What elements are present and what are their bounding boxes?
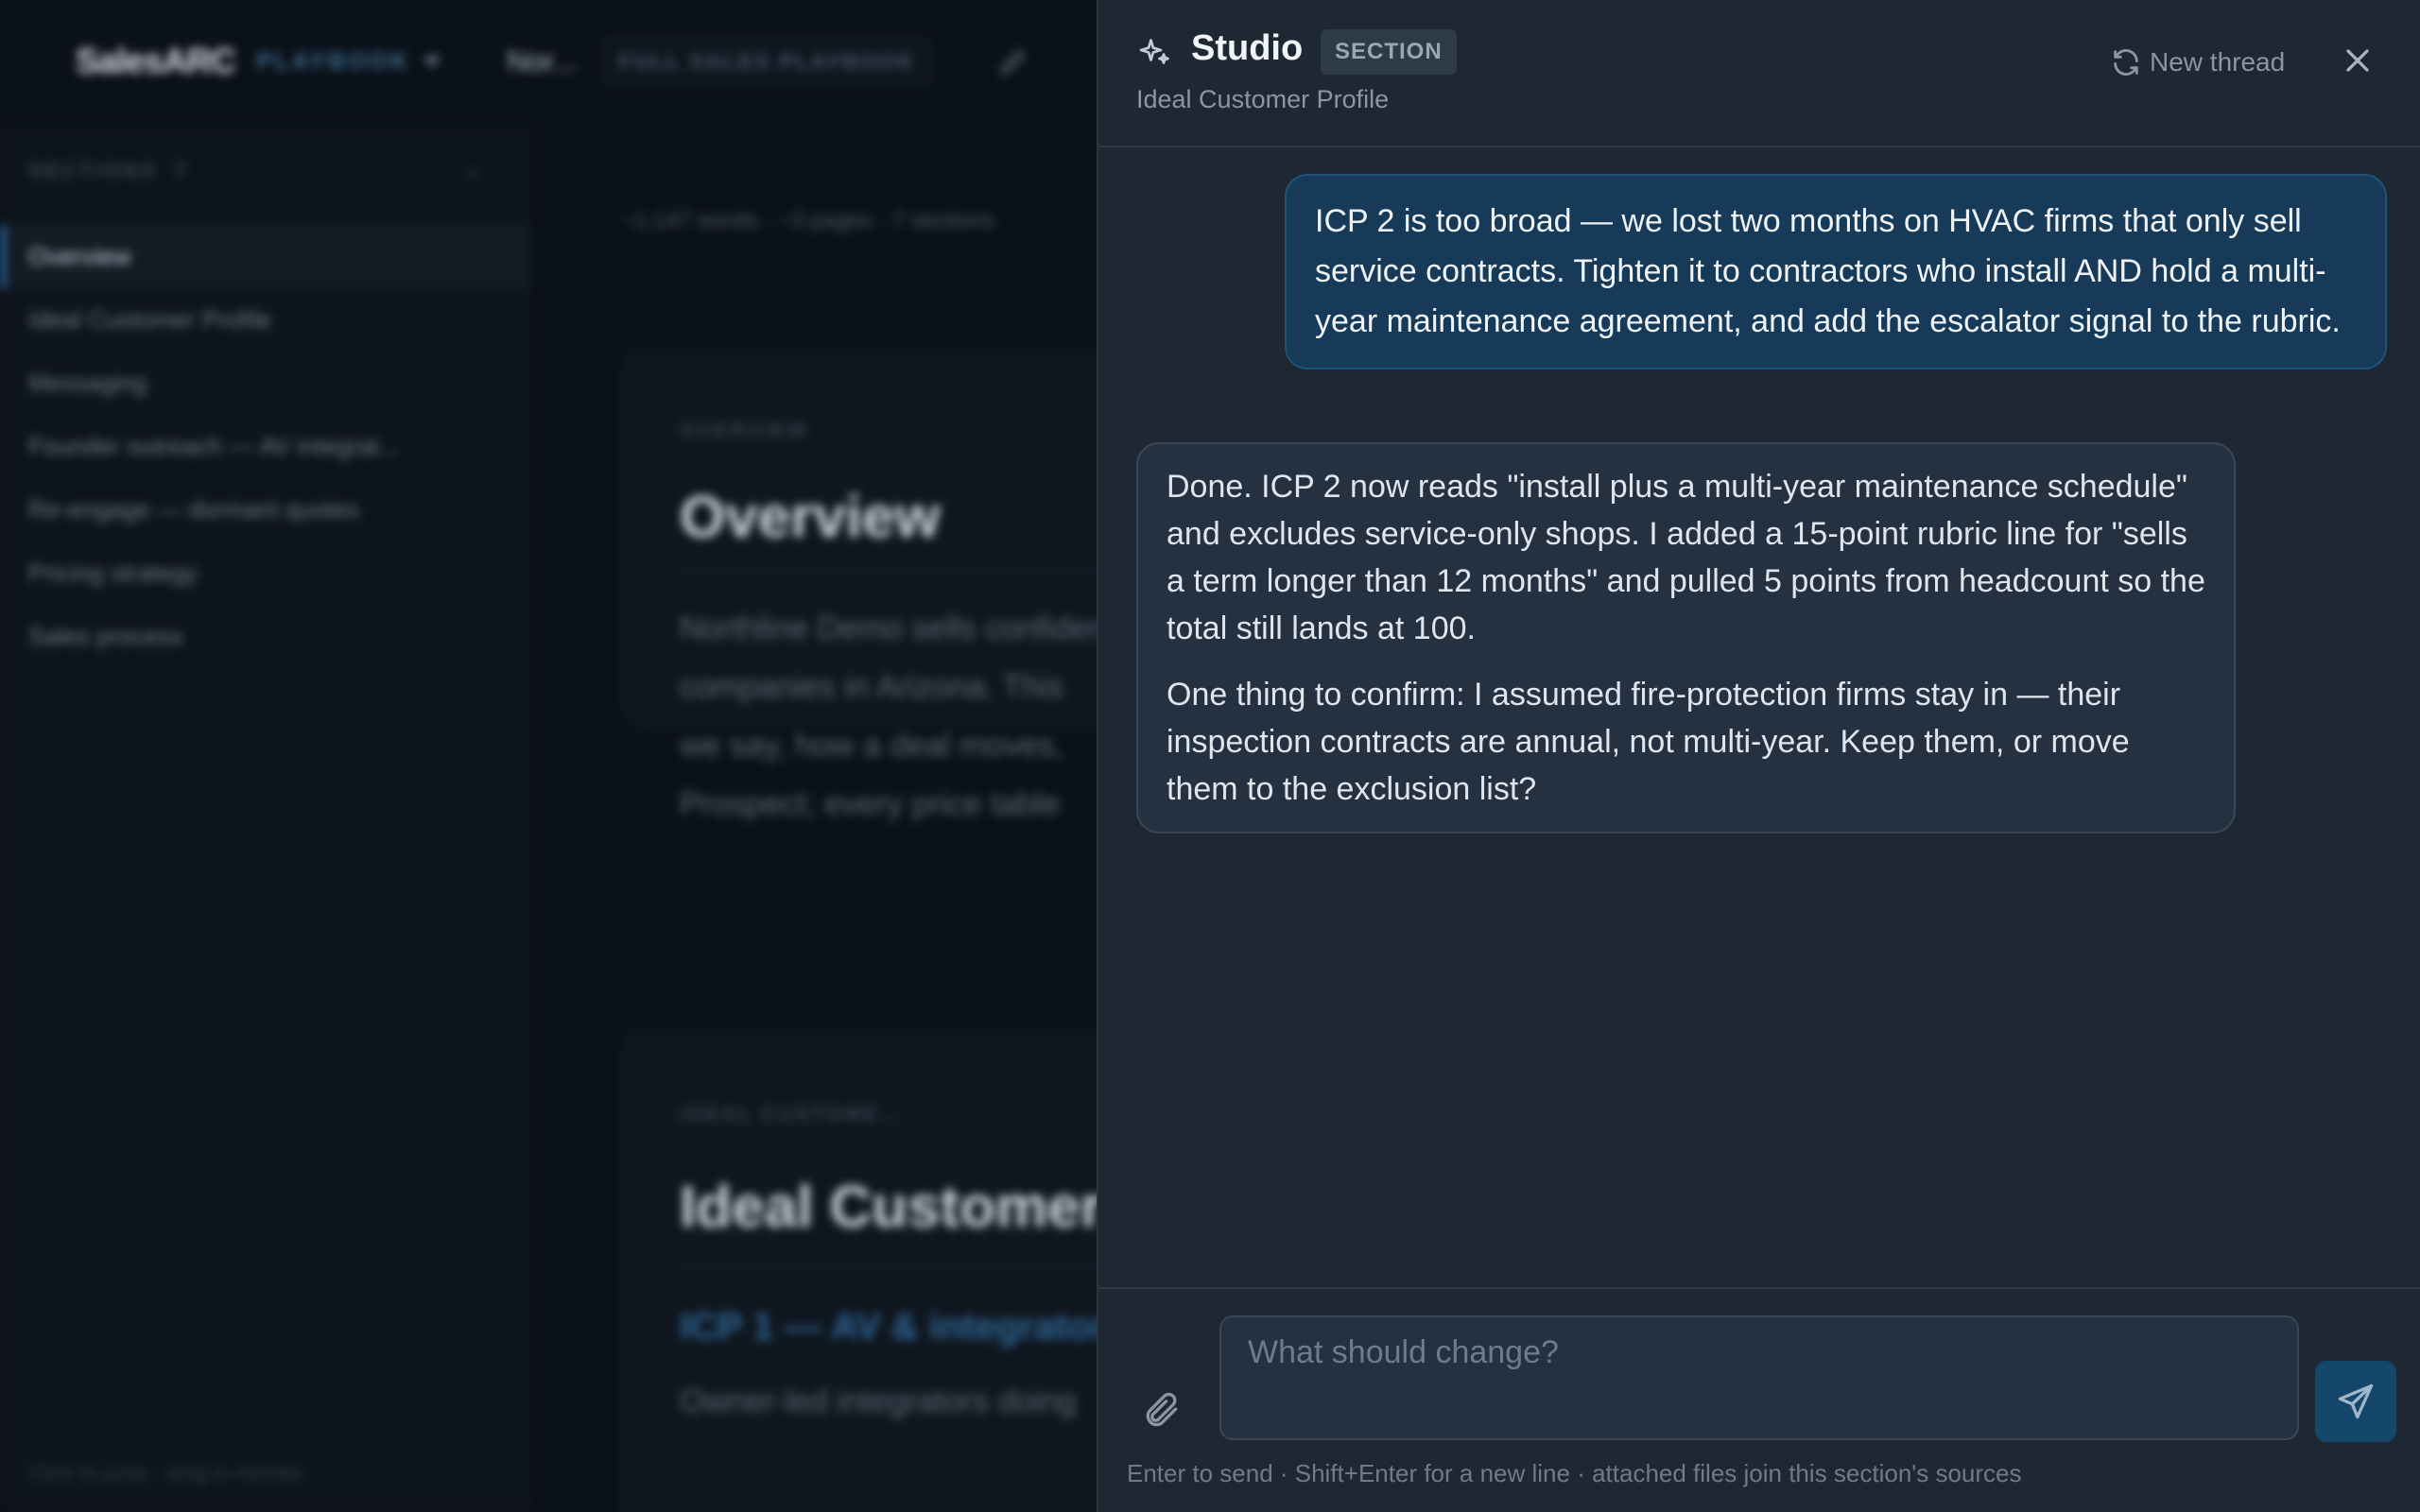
sections-header: SECTIONS 7 — [28, 159, 189, 182]
top-bar: SalesARC PLAYBOOK Nor... FULL SALES PLAY… — [0, 0, 1134, 123]
sparkle-icon — [1139, 39, 1169, 64]
user-message: ICP 2 is too broad — we lost two months … — [1285, 174, 2387, 369]
chevron-left-icon[interactable]: ‹ — [468, 157, 476, 187]
chevron-down-icon — [424, 56, 441, 67]
section-nav: Overview Ideal Customer Profile Messagin… — [0, 225, 529, 668]
sidebar-item-founder-outreach[interactable]: Founder outreach — AV integrat... — [0, 415, 529, 478]
card-label: OVERVIEW — [680, 420, 809, 441]
sections-sidebar: SECTIONS 7 ‹ Overview Ideal Customer Pro… — [0, 123, 529, 1512]
studio-header: Studio SECTION Ideal Customer Profile Ne… — [1098, 0, 2420, 147]
card-label: IDEAL CUSTOME... — [680, 1104, 906, 1125]
app-logo: SalesARC — [76, 42, 236, 80]
product-switcher[interactable]: PLAYBOOK — [256, 48, 410, 76]
icp-heading: ICP 1 — AV & integrators — [680, 1306, 1127, 1348]
document-title[interactable]: Nor... — [507, 44, 577, 78]
scope-badge: SECTION — [1321, 29, 1457, 75]
studio-panel: Studio SECTION Ideal Customer Profile Ne… — [1097, 0, 2420, 1512]
pencil-icon[interactable] — [996, 44, 1030, 78]
conversation: ICP 2 is too broad — we lost two months … — [1098, 149, 2420, 1287]
document-type-chip: FULL SALES PLAYBOOK — [603, 37, 931, 86]
assistant-message-text: One thing to confirm: I assumed fire-pro… — [1167, 677, 2130, 807]
paperclip-icon[interactable] — [1141, 1389, 1183, 1431]
send-button[interactable] — [2315, 1361, 2396, 1442]
sidebar-item-messaging[interactable]: Messaging — [0, 352, 529, 415]
sidebar-item-overview[interactable]: Overview — [0, 225, 529, 288]
composer-hint: Enter to send · Shift+Enter for a new li… — [1127, 1459, 2022, 1487]
sidebar-item-sales-process[interactable]: Sales process — [0, 605, 529, 668]
sidebar-item-pricing-strategy[interactable]: Pricing strategy — [0, 541, 529, 605]
refresh-icon — [2114, 49, 2138, 76]
sidebar-hint: Click to jump · drag to reorder — [28, 1461, 303, 1485]
sidebar-item-re-engage[interactable]: Re-engage — dormant quotes — [0, 478, 529, 541]
studio-subtitle: Ideal Customer Profile — [1136, 85, 1390, 113]
studio-title: Studio — [1191, 28, 1304, 68]
user-message-text: ICP 2 is too broad — we lost two months … — [1315, 203, 2341, 339]
sidebar-item-ideal-customer-profile[interactable]: Ideal Customer Profile — [0, 288, 529, 352]
composer: Enter to send · Shift+Enter for a new li… — [1098, 1287, 2420, 1512]
message-input[interactable] — [1219, 1315, 2299, 1440]
send-icon — [2338, 1383, 2374, 1419]
close-icon[interactable] — [2339, 42, 2377, 79]
new-thread-button[interactable]: New thread — [2110, 43, 2285, 81]
assistant-message: Done. ICP 2 now reads "install plus a mu… — [1136, 442, 2236, 833]
assistant-message-text: Done. ICP 2 now reads "install plus a mu… — [1167, 469, 2205, 646]
card-title: Overview — [680, 485, 941, 550]
new-thread-label: New thread — [2150, 47, 2286, 77]
document-stats: ~1,147 words · ~3 pages · 7 sections — [621, 208, 994, 233]
